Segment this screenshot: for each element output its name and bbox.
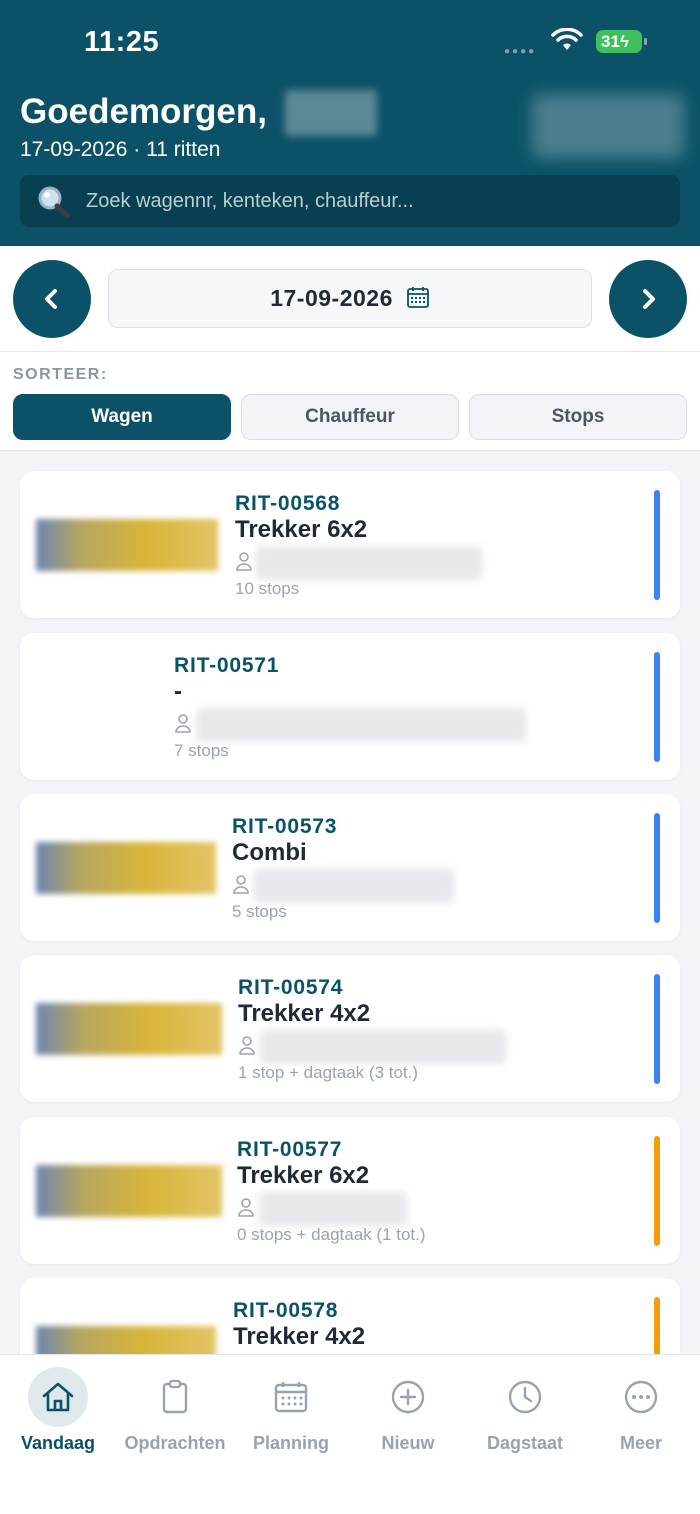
header-date: 17-09-2026 [20,138,128,161]
sort-bar: SORTEER: Wagen Chauffeur Stops [0,352,700,451]
calendar-icon [261,1367,321,1427]
driver-name-redacted [196,708,526,742]
charging-bolt: ϟ [619,32,629,51]
vehicle-type: Trekker 6x2 [235,516,368,543]
status-bar-indicator [654,1297,660,1354]
greeting: Goedemorgen, [20,92,267,131]
clock-icon [495,1367,555,1427]
status-bar-indicator [654,1136,660,1246]
sort-option-stops[interactable]: Stops [469,394,687,440]
tab-label: Nieuw [381,1433,435,1453]
vehicle-type: Combi [232,839,307,866]
ride-id: RIT-00574 [238,976,344,999]
status-time: 11:25 [84,26,160,58]
ride-id: RIT-00573 [232,815,338,838]
date-picker-field[interactable]: 17-09-2026 [108,269,592,328]
chevron-left-icon [45,289,57,309]
calendar-icon [406,287,429,309]
ride-card[interactable]: RIT-00573 Combi 5 stops [20,794,680,941]
vehicle-image-redacted [36,1003,222,1055]
ride-list[interactable]: RIT-00568 Trekker 6x2 10 stops RIT-00571… [0,452,700,1354]
tab-label: Vandaag [20,1433,96,1453]
previous-day-button[interactable] [13,260,91,338]
status-bar-indicator [654,490,660,600]
driver-name-redacted [260,1030,506,1064]
plus-circle-icon [378,1367,438,1427]
date-navigation: 17-09-2026 [0,246,700,352]
sort-option-chauffeur[interactable]: Chauffeur [241,394,459,440]
vehicle-type: Trekker 4x2 [238,1000,371,1027]
user-name-redacted [285,90,377,136]
person-icon [233,875,249,894]
ride-id: RIT-00568 [235,492,341,515]
ride-card[interactable]: RIT-00568 Trekker 6x2 10 stops [20,471,680,618]
sort-option-wagen[interactable]: Wagen [13,394,231,440]
vehicle-type: Trekker 4x2 [233,1323,366,1350]
next-day-button[interactable] [609,260,687,338]
ride-id: RIT-00578 [233,1299,339,1322]
battery-icon: 31ϟ [596,30,647,53]
search-icon [38,186,70,219]
tab-dagstaat[interactable]: Dagstaat [467,1365,583,1455]
search-bar[interactable] [20,175,680,227]
wifi-icon [551,28,583,50]
stops-count: 5 stops [232,902,287,921]
search-input[interactable] [86,175,666,227]
person-icon [239,1036,255,1055]
tab-vandaag[interactable]: Vandaag [0,1365,116,1455]
vehicle-type: Trekker 6x2 [237,1162,370,1189]
chevron-right-icon [643,289,655,309]
tab-opdrachten[interactable]: Opdrachten [117,1365,233,1455]
tab-planning[interactable]: Planning [233,1365,349,1455]
stops-count: 1 stop + dagtaak (3 tot.) [238,1063,419,1082]
sort-label: SORTEER: [13,366,108,383]
vehicle-image-redacted [36,1326,216,1354]
company-logo-redacted [532,94,684,158]
person-icon [175,714,191,733]
selected-date: 17-09-2026 [270,285,393,311]
status-bar-indicator [654,813,660,923]
more-icon [611,1367,671,1427]
ride-id: RIT-00571 [174,654,280,677]
stops-count: 0 stops + dagtaak (1 tot.) [237,1225,426,1244]
separator-dot: · [133,138,141,161]
driver-name-redacted [256,546,482,580]
vehicle-image-redacted [36,1165,222,1217]
stops-count: 7 stops [174,741,229,760]
ride-card[interactable]: RIT-00571 - 7 stops [20,633,680,780]
vehicle-image-redacted [36,519,218,571]
home-icon [28,1367,88,1427]
stops-count: 10 stops [235,579,300,598]
rides-count: 11 ritten [146,138,221,161]
person-icon [236,552,252,571]
tab-label: Meer [619,1433,663,1453]
vehicle-type: - [174,678,182,705]
battery-level: 31 [601,32,620,51]
driver-name-redacted [259,1192,407,1226]
ride-card[interactable]: RIT-00578 Trekker 4x2 [20,1278,680,1354]
tab-label: Planning [253,1433,329,1453]
bottom-tab-bar: Vandaag Opdrachten Planning Nieuw Dagsta… [0,1354,700,1514]
tab-nieuw[interactable]: Nieuw [350,1365,466,1455]
ride-card[interactable]: RIT-00577 Trekker 6x2 0 stops + dagtaak … [20,1117,680,1264]
driver-name-redacted [254,869,454,903]
ride-id: RIT-00577 [237,1138,343,1161]
ride-card[interactable]: RIT-00574 Trekker 4x2 1 stop + dagtaak (… [20,955,680,1102]
app-header: 11:25 ●●●● 31ϟ Goedemorgen, 17-09-2026 ·… [0,0,700,246]
tab-label: Opdrachten [124,1433,226,1453]
tab-meer[interactable]: Meer [583,1365,699,1455]
header-subline: 17-09-2026 · 11 ritten [20,138,220,162]
clipboard-icon [145,1367,205,1427]
status-bar-indicator [654,652,660,762]
signal-icon: ●●●● [504,46,537,57]
status-bar-indicator [654,974,660,1084]
vehicle-image-redacted [36,842,216,894]
person-icon [238,1198,254,1217]
tab-label: Dagstaat [486,1433,564,1453]
